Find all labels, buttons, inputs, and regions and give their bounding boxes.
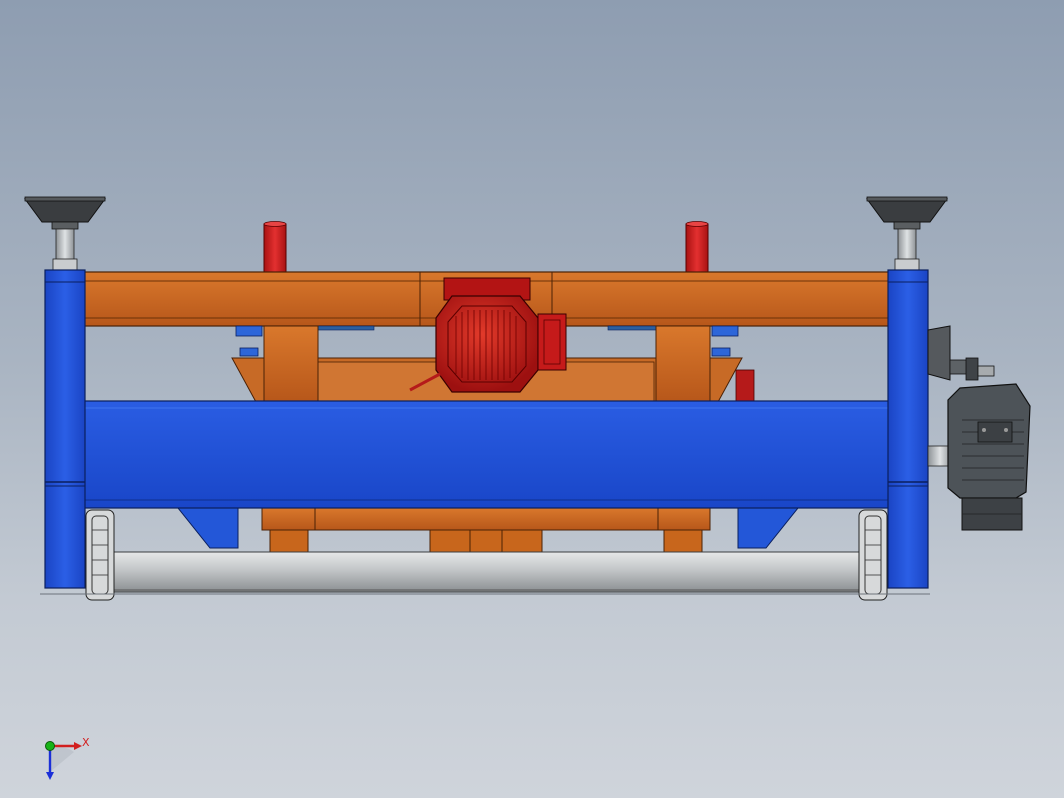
drive-gearmotor[interactable] xyxy=(927,325,1031,531)
locating-post-right[interactable] xyxy=(685,221,709,275)
locating-post-left[interactable] xyxy=(263,221,287,275)
conveyor-roller[interactable] xyxy=(103,551,875,593)
sprocket-left[interactable] xyxy=(85,509,115,601)
cad-model-view[interactable] xyxy=(0,0,1064,798)
lower-lift-structure[interactable] xyxy=(261,507,711,555)
graphics-viewport[interactable]: X xyxy=(0,0,1064,798)
main-frame-beam[interactable] xyxy=(83,400,891,509)
frame-column-right[interactable] xyxy=(887,269,929,589)
axis-x-label: X xyxy=(82,736,90,749)
leveling-foot-left[interactable] xyxy=(24,196,106,271)
frame-column-left[interactable] xyxy=(44,269,86,589)
leveling-foot-right[interactable] xyxy=(866,196,948,271)
axis-triad xyxy=(45,741,82,780)
sprocket-right[interactable] xyxy=(858,509,888,601)
